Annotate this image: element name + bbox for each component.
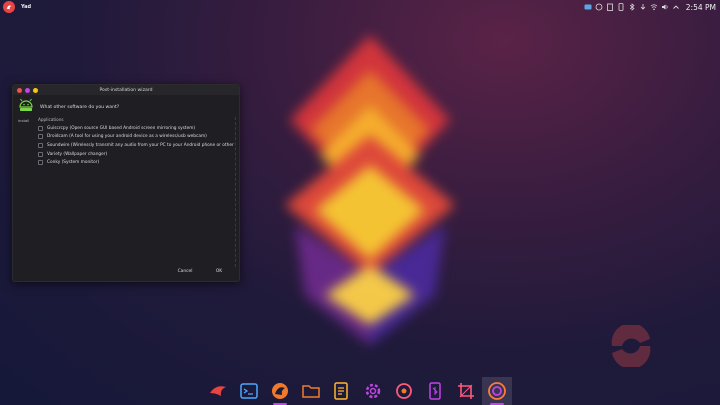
dock-item[interactable] [265,377,295,405]
settings-icon [365,383,381,399]
bluetooth-icon[interactable] [628,3,636,11]
dock-item[interactable] [234,377,264,405]
screen-mirror-icon[interactable] [584,3,592,11]
dock-item[interactable] [451,377,481,405]
item-label: Droidcam (A tool for using your android … [47,134,207,140]
dialog-buttons: Cancel OK [171,267,233,276]
wizard-header: What other software do you want? [17,98,119,112]
applications-list: Applications Guiscrcpy (Open source GUI … [36,117,237,267]
item-checkbox[interactable] [38,160,43,166]
wallpaper-emblem [602,323,660,369]
clipboard-icon[interactable] [606,3,614,11]
active-app-title: Yad [21,4,32,10]
dock-item[interactable] [389,377,419,405]
music-player-icon [396,383,412,399]
browser-icon [272,383,288,399]
dock-item-active[interactable] [482,377,512,405]
clock[interactable]: 2:54 PM [686,3,716,12]
device-icon[interactable] [617,3,625,11]
item-checkbox[interactable] [38,134,43,140]
wifi-icon[interactable] [650,3,658,11]
cancel-button[interactable]: Cancel [171,267,199,276]
list-item[interactable]: Soundwire (Wirelessly transmit any audio… [36,141,237,150]
dock-item[interactable] [358,377,388,405]
list-scrollbar[interactable] [235,117,236,267]
dock-item[interactable] [420,377,450,405]
window-titlebar[interactable]: Post-installation wizard [13,85,239,95]
wallpaper-art [255,25,485,355]
item-label: Guiscrcpy (Open source GUI based Android… [47,125,196,131]
bird-app-icon [210,386,226,396]
list-item[interactable]: Variety (Wallpaper changer) [36,150,237,159]
file-manager-icon [302,385,320,398]
chevron-up-icon[interactable] [672,3,680,11]
item-label: Soundwire (Wirelessly transmit any audio… [47,142,234,148]
system-tray: 2:54 PM [584,0,718,14]
crop-tool-icon [458,383,474,399]
item-checkbox[interactable] [38,125,43,131]
phone-mirror-icon [429,382,441,400]
top-panel: Yad 2:54 PM [0,0,720,14]
volume-icon[interactable] [661,3,669,11]
item-checkbox[interactable] [38,142,43,148]
dock-item[interactable] [296,377,326,405]
text-editor-icon [334,382,348,400]
window-title: Post-installation wizard [99,87,153,93]
dock-item[interactable] [327,377,357,405]
updates-icon[interactable] [639,3,647,11]
ok-button[interactable]: OK [205,267,233,276]
list-item[interactable]: Droidcam (A tool for using your android … [36,133,237,142]
app-launcher-icon[interactable] [3,1,15,13]
dock [203,377,512,405]
list-header[interactable]: Applications [36,117,237,124]
android-icon [19,98,33,111]
post-install-wizard-window: Post-installation wizard What other soft… [12,84,240,282]
list-item[interactable]: Conky (System monitor) [36,158,237,167]
terminal-icon [240,383,258,399]
screen-recorder-icon [488,382,506,400]
wizard-question: What other software do you want? [40,104,120,110]
item-checkbox[interactable] [38,151,43,157]
network-icon[interactable] [595,3,603,11]
dock-item[interactable] [203,377,233,405]
list-item[interactable]: Guiscrcpy (Open source GUI based Android… [36,124,237,133]
item-label: Conky (System monitor) [47,160,100,166]
install-column-label: install [18,118,30,123]
item-label: Variety (Wallpaper changer) [47,151,108,157]
